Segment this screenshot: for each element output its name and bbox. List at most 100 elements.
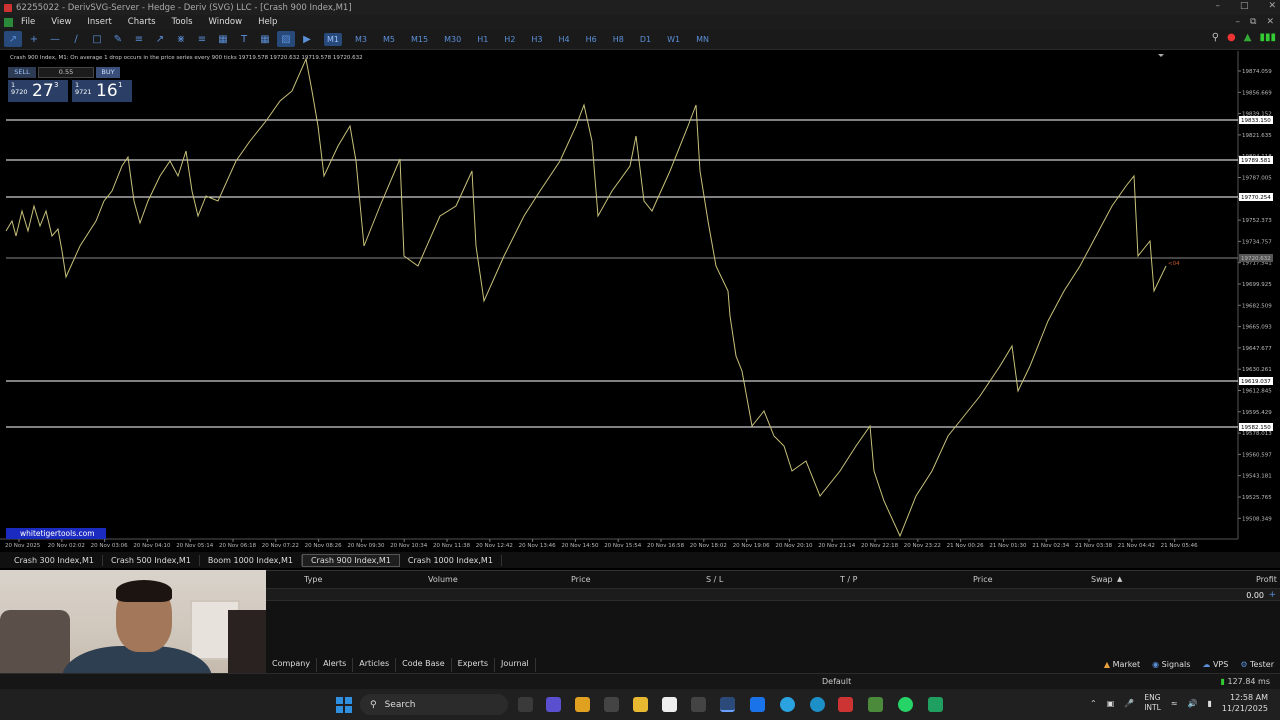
tf-h3[interactable]: H3 [528,33,545,46]
maximize-icon[interactable]: □ [1240,1,1249,11]
tab-experts[interactable]: Experts [452,658,496,672]
cursor-icon[interactable]: ↗ [4,31,22,47]
notification-icon[interactable]: ● [1227,32,1236,43]
taskbar-search[interactable]: ⚲ Search [360,694,508,715]
add-icon[interactable]: + [1268,590,1276,600]
tf-h4[interactable]: H4 [556,33,573,46]
text-tool-icon[interactable]: T [235,31,253,47]
metatrader-taskbar-icon[interactable] [720,697,735,712]
account-icon[interactable]: ▲ [1244,32,1252,43]
language-indicator[interactable]: ENG INTL [1144,693,1161,713]
vps-link[interactable]: ☁ VPS [1202,660,1228,669]
tf-h6[interactable]: H6 [583,33,600,46]
pitchfork-tool-icon[interactable]: ⋇ [172,31,190,47]
tf-m30[interactable]: M30 [441,33,464,46]
wifi-icon[interactable]: ≈ [1171,699,1178,708]
lot-size-input[interactable]: 0.55 [38,67,94,78]
grid-icon[interactable]: ▦ [256,31,274,47]
tab-company[interactable]: Company [266,658,318,672]
task-view-icon[interactable] [518,697,533,712]
chart-minimize-icon[interactable]: – [1236,17,1241,27]
fibonacci-tool-icon[interactable]: ≡ [193,31,211,47]
tf-m15[interactable]: M15 [408,33,431,46]
col-swap[interactable]: Swap [1091,575,1113,584]
telegram-icon[interactable] [780,697,795,712]
tab-journal[interactable]: Journal [495,658,536,672]
col-volume[interactable]: Volume [428,575,458,584]
windows-start-icon[interactable] [336,697,352,713]
app-script-icon[interactable] [928,697,943,712]
sell-price-box[interactable]: 1 9720 27 3 [8,80,68,102]
chart-canvas[interactable]: 19874.05919856.66919839.15219821.6351980… [0,51,1280,551]
col-price-current[interactable]: Price [973,575,993,584]
market-link[interactable]: ▲ Market [1104,660,1140,669]
tray-app-icon[interactable]: ▣ [1107,699,1115,708]
ray-tool-icon[interactable]: ↗ [151,31,169,47]
volume-icon[interactable]: 🔊 [1188,699,1198,708]
menu-view[interactable]: View [51,17,71,27]
buy-price-box[interactable]: 1 9721 16 1 [72,80,132,102]
sort-up-icon[interactable]: ▲ [1117,575,1122,583]
hline-tool-icon[interactable]: — [46,31,64,47]
tray-overflow-icon[interactable]: ⌃ [1090,699,1097,708]
chart-tab-crash-500[interactable]: Crash 500 Index,M1 [103,554,200,566]
buy-button[interactable]: BUY [96,67,120,78]
chart-tab-crash-1000[interactable]: Crash 1000 Index,M1 [400,554,502,566]
chart-shift-icon[interactable]: ▶ [298,31,316,47]
app-red-icon[interactable] [838,697,853,712]
tab-alerts[interactable]: Alerts [317,658,354,672]
watermark-link[interactable]: whitetigertools.com [6,528,106,539]
channel-tool-icon[interactable]: ≡ [130,31,148,47]
whatsapp-icon[interactable] [898,697,913,712]
autoscroll-icon[interactable]: ▨ [277,31,295,47]
teams-icon[interactable] [546,697,561,712]
profile-name[interactable]: Default [822,677,851,686]
sell-button[interactable]: SELL [8,67,36,78]
crosshair-icon[interactable]: + [25,31,43,47]
chart-tab-crash-900[interactable]: Crash 900 Index,M1 [301,553,400,567]
file-explorer-icon[interactable] [633,697,648,712]
close-icon[interactable]: ✕ [1268,1,1276,11]
tf-d1[interactable]: D1 [637,33,654,46]
tf-h2[interactable]: H2 [501,33,518,46]
notepad-icon[interactable] [662,697,677,712]
camera-icon[interactable] [604,697,619,712]
chart-tab-crash-300[interactable]: Crash 300 Index,M1 [6,554,103,566]
col-sl[interactable]: S / L [706,575,723,584]
clock[interactable]: 12:58 AM 11/21/2025 [1222,692,1268,714]
menu-tools[interactable]: Tools [172,17,193,27]
tab-code-base[interactable]: Code Base [396,658,452,672]
col-tp[interactable]: T / P [840,575,858,584]
tab-articles[interactable]: Articles [353,658,397,672]
tester-link[interactable]: ⚙ Tester [1240,660,1274,669]
menu-help[interactable]: Help [258,17,277,27]
menu-charts[interactable]: Charts [128,17,156,27]
copilot-icon[interactable] [575,697,590,712]
tf-m5[interactable]: M5 [380,33,398,46]
tf-mn[interactable]: MN [693,33,712,46]
microphone-icon[interactable]: 🎤 [1124,699,1134,708]
search-icon[interactable]: ⚲ [1212,32,1219,43]
snipping-tool-icon[interactable] [691,697,706,712]
chart-restore-icon[interactable]: ⧉ [1250,17,1256,27]
rectangle-tool-icon[interactable]: □ [88,31,106,47]
signals-link[interactable]: ◉ Signals [1152,660,1190,669]
tf-m3[interactable]: M3 [352,33,370,46]
app-green-icon[interactable] [868,697,883,712]
tf-h8[interactable]: H8 [610,33,627,46]
price-chart[interactable]: 19874.05919856.66919839.15219821.6351980… [0,51,1280,551]
menu-insert[interactable]: Insert [87,17,111,27]
col-price[interactable]: Price [571,575,591,584]
menu-window[interactable]: Window [209,17,243,27]
col-profit[interactable]: Profit [1256,575,1277,584]
outlook-icon[interactable] [750,697,765,712]
trendline-tool-icon[interactable]: ∕ [67,31,85,47]
chart-close-icon[interactable]: ✕ [1266,17,1274,27]
col-type[interactable]: Type [304,575,322,584]
minimize-icon[interactable]: – [1215,1,1220,11]
draw-tool-icon[interactable]: ✎ [109,31,127,47]
edge-icon[interactable] [810,697,825,712]
menu-file[interactable]: File [21,17,35,27]
chart-tab-boom-1000[interactable]: Boom 1000 Index,M1 [200,554,302,566]
battery-icon[interactable]: ▮ [1207,699,1211,708]
